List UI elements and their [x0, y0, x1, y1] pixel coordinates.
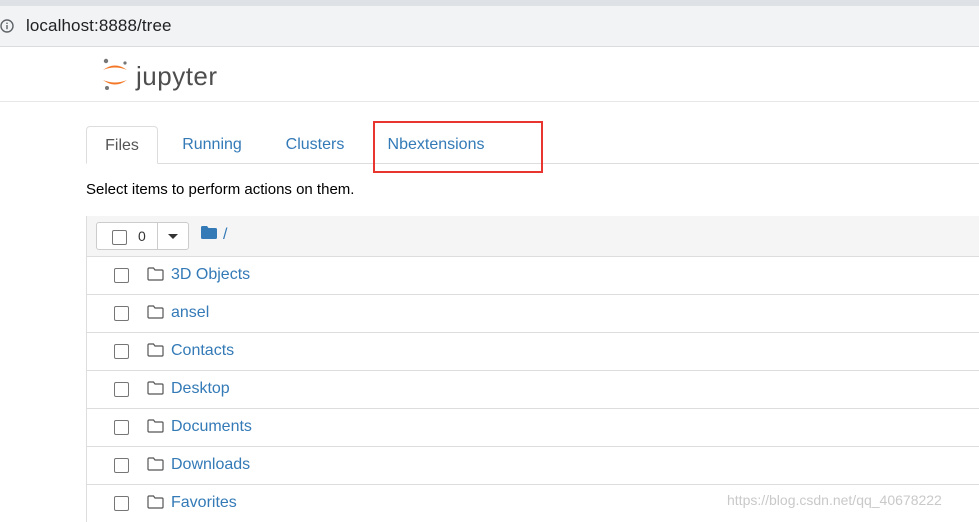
list-item[interactable]: ansel [87, 295, 979, 333]
jupyter-logo-icon [100, 56, 130, 97]
item-checkbox[interactable] [114, 496, 129, 511]
jupyter-logo[interactable]: jupyter [100, 58, 218, 94]
breadcrumb[interactable]: / [201, 226, 227, 244]
select-all-checkbox[interactable] [112, 230, 127, 245]
item-checkbox[interactable] [114, 382, 129, 397]
folder-icon [147, 267, 164, 281]
item-name[interactable]: Favorites [171, 494, 237, 512]
jupyter-header: jupyter [0, 50, 979, 102]
folder-icon [147, 457, 164, 471]
address-bar[interactable]: localhost:8888/tree [0, 6, 979, 47]
item-name[interactable]: 3D Objects [171, 266, 250, 284]
jupyter-logo-text: jupyter [136, 60, 218, 91]
file-list-header: 0 / [87, 216, 979, 257]
folder-icon [147, 495, 164, 509]
list-item[interactable]: Contacts [87, 333, 979, 371]
selected-count: 0 [138, 228, 146, 244]
tab-files[interactable]: Files [86, 126, 158, 164]
item-checkbox[interactable] [114, 344, 129, 359]
item-checkbox[interactable] [114, 420, 129, 435]
selection-hint: Select items to perform actions on them. [86, 181, 355, 198]
item-checkbox[interactable] [114, 458, 129, 473]
list-item[interactable]: Documents [87, 409, 979, 447]
url-text[interactable]: localhost:8888/tree [26, 16, 172, 36]
info-icon[interactable] [0, 19, 14, 33]
select-divider [157, 222, 158, 250]
breadcrumb-root[interactable]: / [223, 226, 227, 244]
list-item[interactable]: Downloads [87, 447, 979, 485]
highlight-annotation-box [373, 121, 543, 173]
folder-icon [147, 419, 164, 433]
tab-running[interactable]: Running [166, 126, 258, 163]
folder-icon [147, 343, 164, 357]
item-name[interactable]: Desktop [171, 380, 230, 398]
list-item[interactable]: Desktop [87, 371, 979, 409]
folder-icon [147, 381, 164, 395]
item-name[interactable]: Documents [171, 418, 252, 436]
folder-filled-icon[interactable] [201, 226, 217, 244]
tab-clusters[interactable]: Clusters [270, 126, 360, 163]
list-item[interactable]: 3D Objects [87, 257, 979, 295]
item-name[interactable]: Downloads [171, 456, 250, 474]
select-dropdown-caret-icon[interactable] [168, 234, 178, 239]
item-name[interactable]: ansel [171, 304, 209, 322]
select-all-group[interactable]: 0 [96, 222, 189, 250]
folder-icon [147, 305, 164, 319]
item-name[interactable]: Contacts [171, 342, 234, 360]
watermark-text: https://blog.csdn.net/qq_40678222 [727, 492, 942, 508]
item-checkbox[interactable] [114, 306, 129, 321]
item-checkbox[interactable] [114, 268, 129, 283]
file-list: 0 / 3D Objects ansel Contacts Desktop Do… [86, 216, 979, 522]
